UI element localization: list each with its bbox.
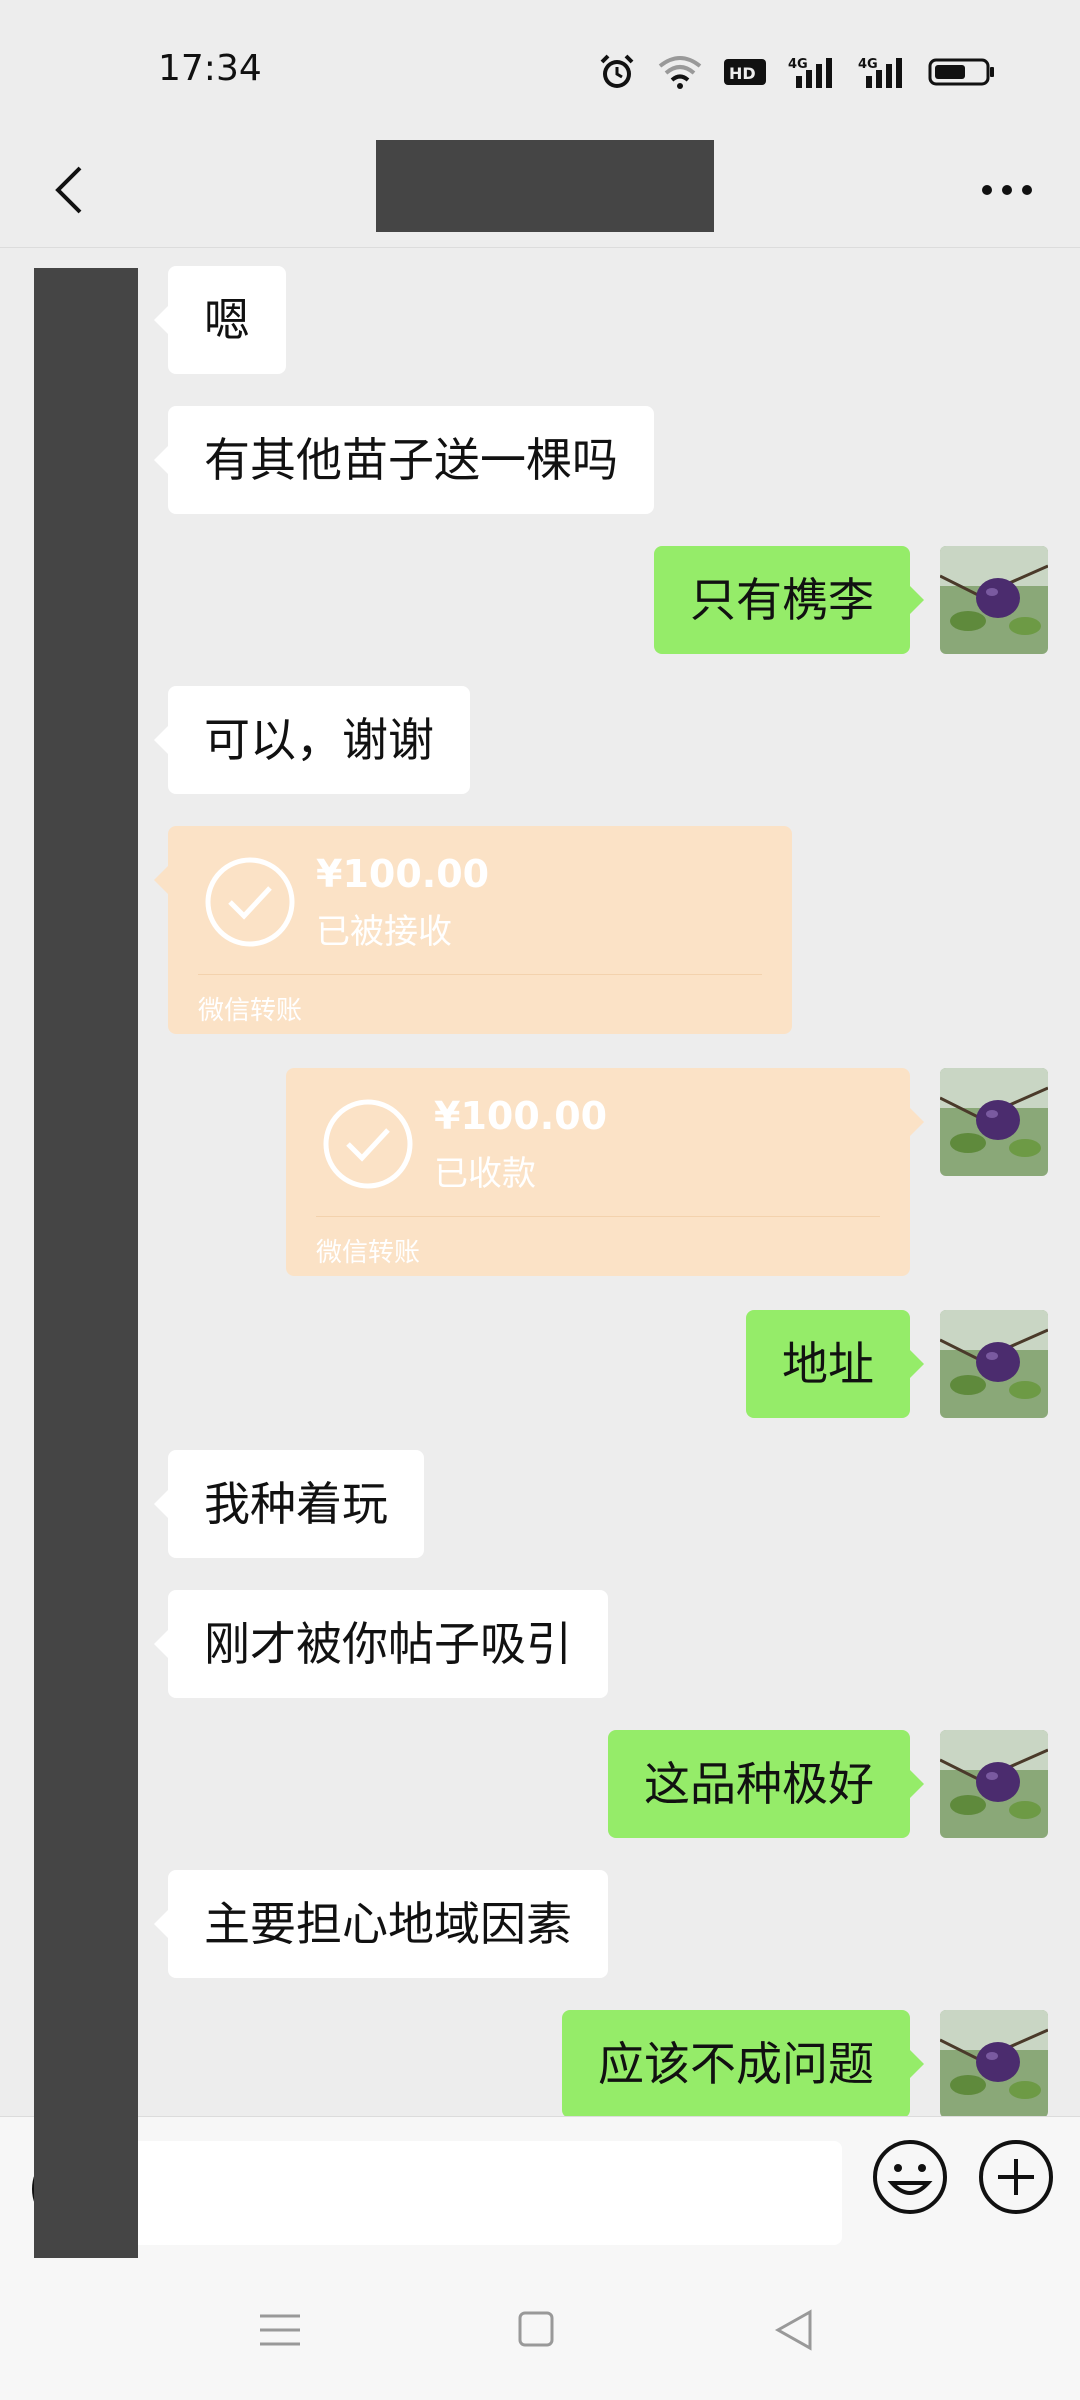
transfer-label: 微信转账 xyxy=(316,1238,421,1268)
network-label: 4G xyxy=(788,57,808,72)
avatar[interactable] xyxy=(940,1310,1048,1418)
message-bubble-incoming[interactable]: 刚才被你帖子吸引 xyxy=(154,1590,608,1698)
system-nav-bar xyxy=(0,2258,1080,2400)
menu-icon[interactable] xyxy=(250,2302,310,2358)
message-bubble-outgoing[interactable]: 这品种极好 xyxy=(608,1730,924,1838)
check-circle-icon xyxy=(205,857,295,947)
plum-avatar-image xyxy=(940,1068,1048,1176)
transfer-amount: ¥100.00 xyxy=(434,1094,608,1138)
back-button[interactable] xyxy=(28,152,108,228)
status-icons: HD 4G 4G xyxy=(598,52,996,92)
status-time: 17:34 xyxy=(158,48,262,89)
alarm-icon xyxy=(600,54,634,88)
emoji-icon[interactable] xyxy=(870,2137,950,2217)
more-dots-icon xyxy=(982,185,1032,195)
plum-avatar-image xyxy=(940,1730,1048,1838)
input-bar xyxy=(0,2116,1080,2258)
plum-avatar-image xyxy=(940,1310,1048,1418)
avatar[interactable] xyxy=(940,2010,1048,2116)
check-circle-icon xyxy=(323,1099,413,1189)
message-list[interactable]: 嗯 有其他苗子送一棵吗 只有槜李 可以，谢谢 ¥100.00 已被接收 微信转账 xyxy=(0,248,1080,2116)
message-bubble-incoming[interactable]: 有其他苗子送一棵吗 xyxy=(154,406,654,514)
transfer-divider xyxy=(316,1216,880,1217)
message-input[interactable] xyxy=(120,2141,842,2245)
message-bubble-incoming[interactable]: 我种着玩 xyxy=(154,1450,424,1558)
chevron-left-icon xyxy=(55,166,82,214)
avatar[interactable] xyxy=(940,546,1048,654)
chat-title xyxy=(376,140,714,232)
transfer-divider xyxy=(198,974,762,975)
message-bubble-outgoing[interactable]: 应该不成问题 xyxy=(562,2010,924,2116)
wifi-icon xyxy=(658,56,702,89)
hd-icon: HD xyxy=(724,59,766,85)
signal-4g-icon: 4G xyxy=(788,57,832,88)
avatar[interactable] xyxy=(940,1068,1048,1176)
hd-label: HD xyxy=(729,64,756,83)
home-icon[interactable] xyxy=(506,2302,566,2358)
transfer-label: 微信转账 xyxy=(198,996,303,1026)
message-bubble-outgoing[interactable]: 只有槜李 xyxy=(654,546,924,654)
battery-icon xyxy=(928,58,994,86)
transfer-card-incoming[interactable]: ¥100.00 已被接收 微信转账 xyxy=(154,826,792,1034)
avatar[interactable] xyxy=(940,1730,1048,1838)
signal-4g-icon: 4G xyxy=(858,57,902,88)
message-bubble-outgoing[interactable]: 地址 xyxy=(746,1310,924,1418)
status-bar: 17:34 HD 4G 4G xyxy=(0,0,1080,130)
message-bubble-incoming[interactable]: 主要担心地域因素 xyxy=(154,1870,608,1978)
transfer-status: 已被接收 xyxy=(316,912,452,952)
more-button[interactable] xyxy=(962,152,1052,228)
redaction-overlay xyxy=(34,268,138,2260)
transfer-amount: ¥100.00 xyxy=(316,852,490,896)
chat-header xyxy=(0,130,1080,248)
plum-avatar-image xyxy=(940,2010,1048,2116)
transfer-card-outgoing[interactable]: ¥100.00 已收款 微信转账 xyxy=(286,1068,924,1276)
transfer-status: 已收款 xyxy=(434,1154,536,1194)
message-bubble-incoming[interactable]: 可以，谢谢 xyxy=(154,686,470,794)
network-label: 4G xyxy=(858,57,878,72)
message-bubble-incoming[interactable]: 嗯 xyxy=(154,266,286,374)
plum-avatar-image xyxy=(940,546,1048,654)
plus-icon[interactable] xyxy=(976,2137,1056,2217)
back-triangle-icon[interactable] xyxy=(764,2302,824,2358)
